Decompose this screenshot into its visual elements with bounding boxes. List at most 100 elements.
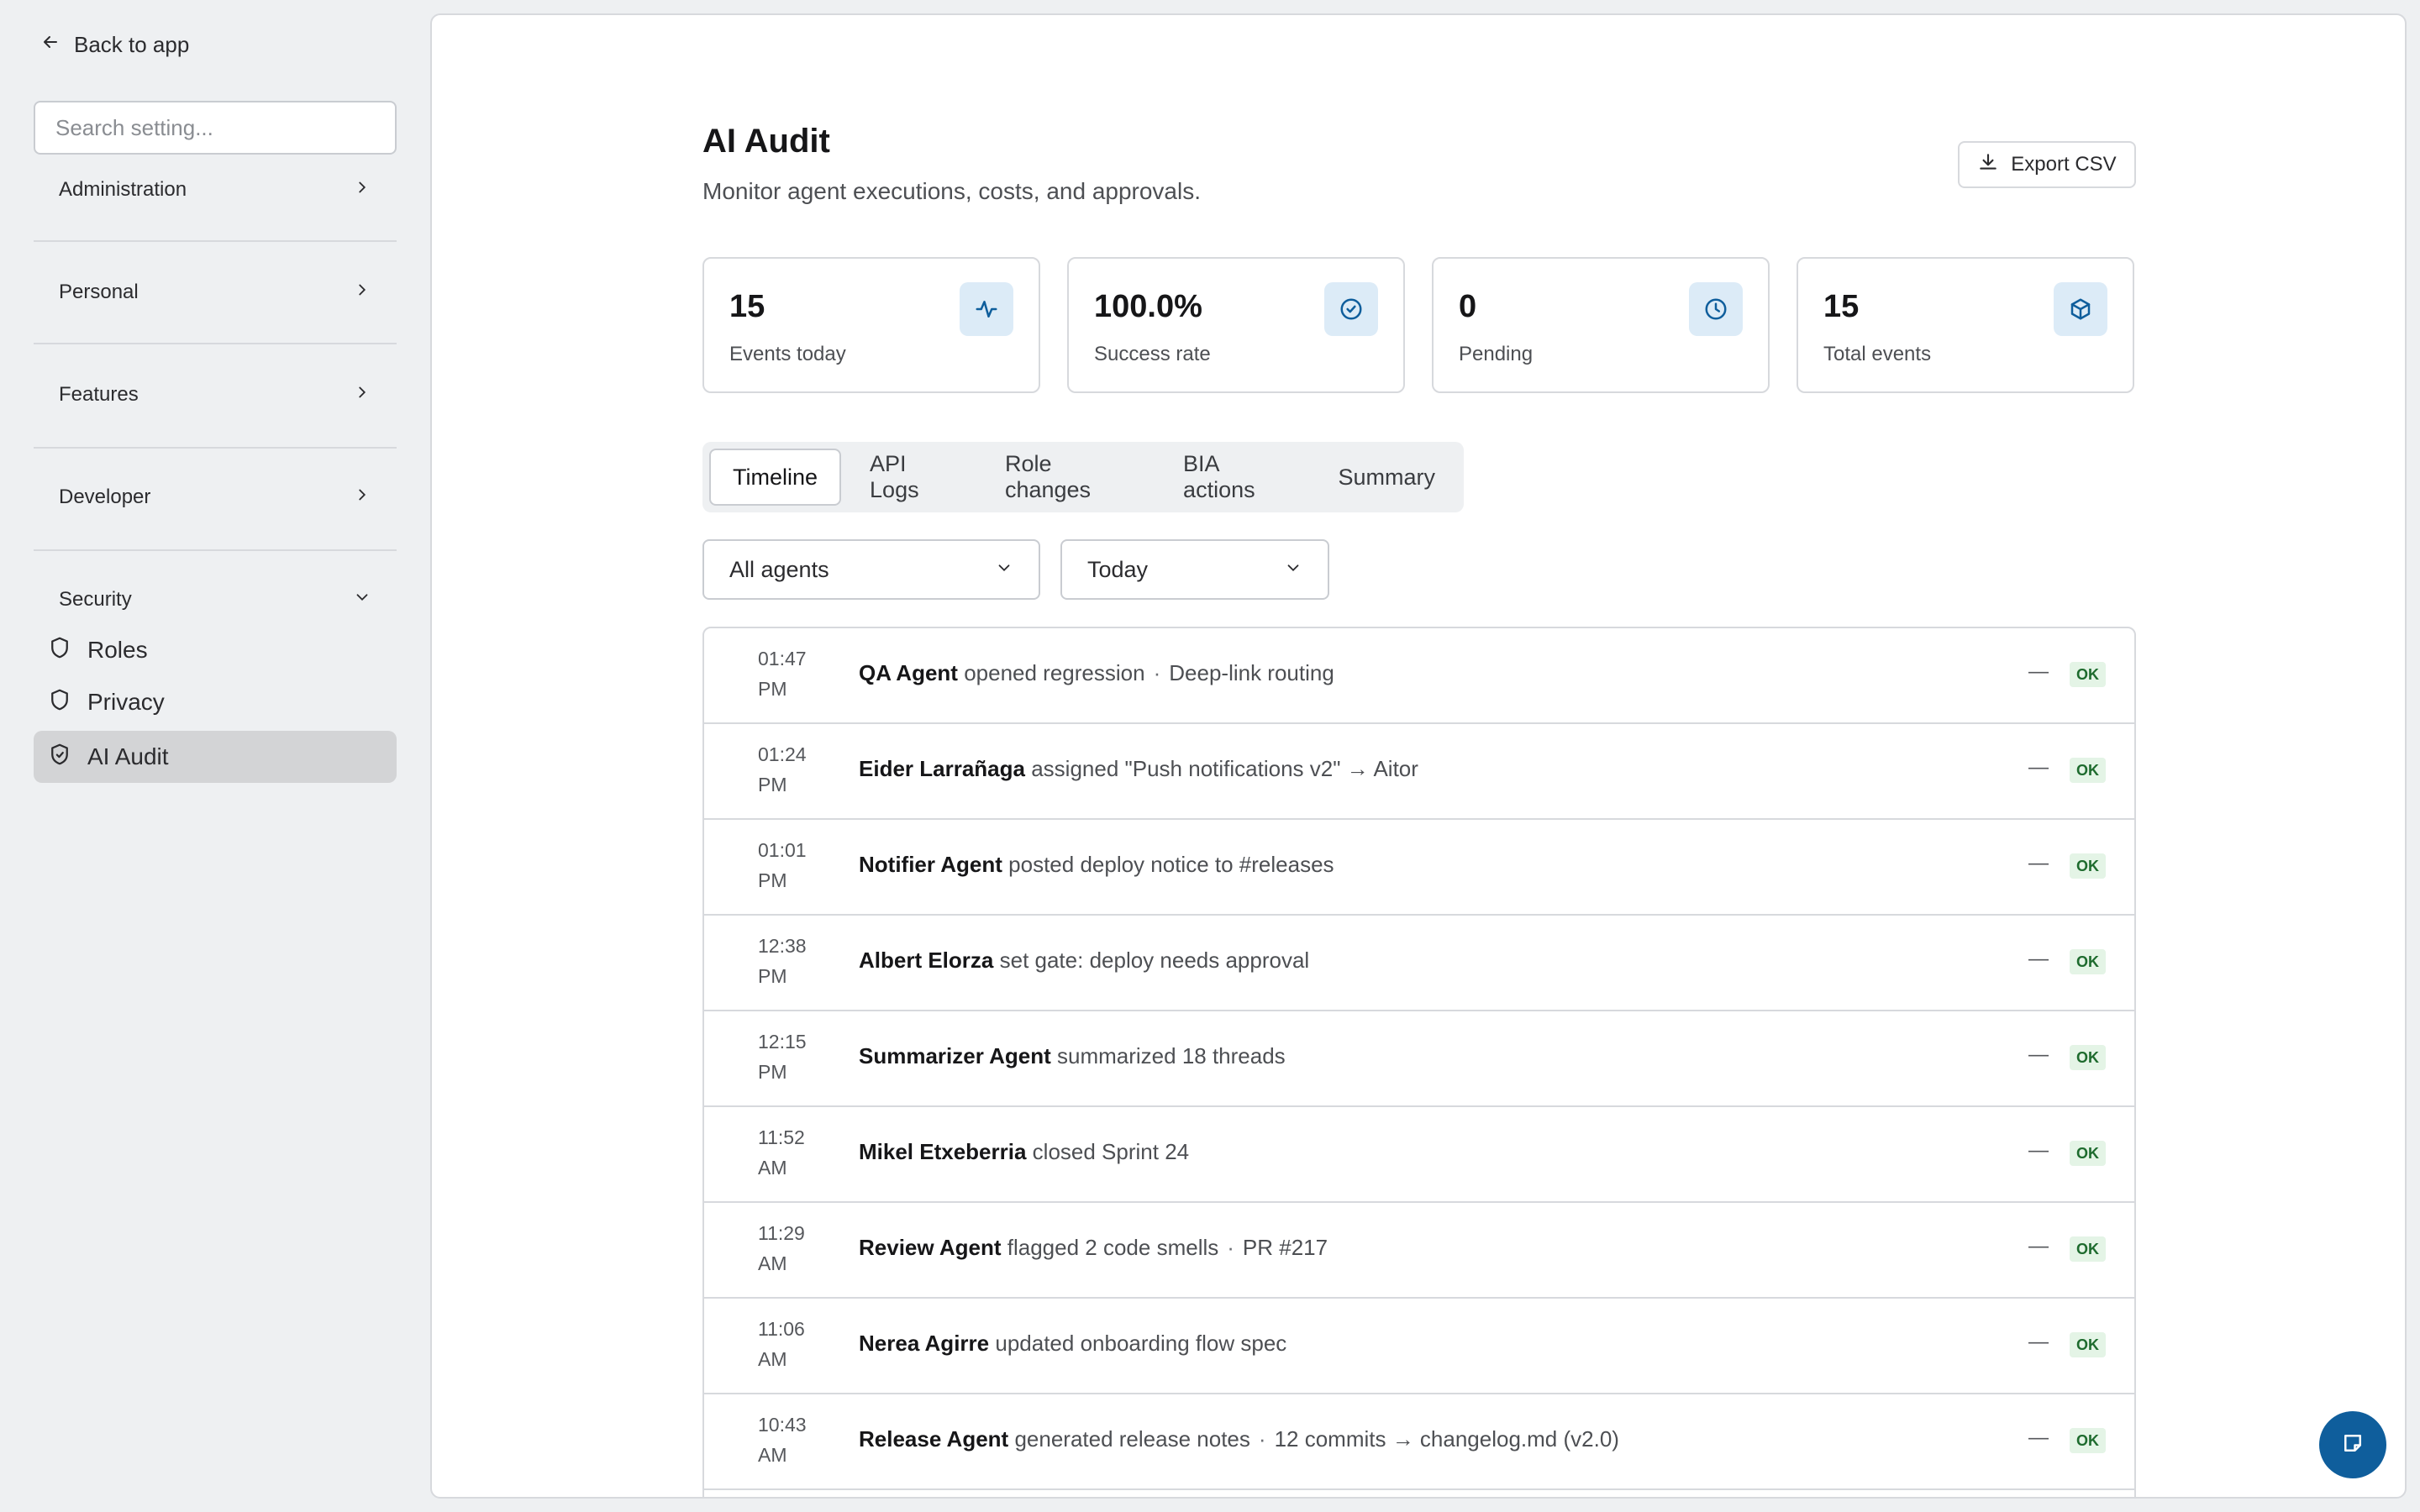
event-time: 12:38 PM [758,935,807,987]
nav-section-security[interactable]: Security [34,570,397,630]
back-to-app-link[interactable]: Back to app [40,32,189,58]
timeline-row[interactable]: 10:43 AM Release Agent generated release … [704,1394,2134,1490]
timeline-row[interactable]: 12:15 PM Summarizer Agent summarized 18 t… [704,1011,2134,1107]
event-actor: Eider Larrañaga [859,756,1025,781]
event-cost: — [2028,1043,2049,1066]
stat-card-success-rate: 100.0% Success rate [1067,257,1405,393]
feedback-fab-button[interactable] [2319,1411,2386,1478]
status-badge: OK [2070,662,2106,687]
event-action: assigned "Push notifications v2" → Aitor [1031,756,1418,781]
sidebar-item-privacy[interactable]: Privacy [34,676,397,728]
sidebar-item-ai-audit[interactable]: AI Audit [34,731,397,783]
page-title: AI Audit [702,123,830,160]
event-action: opened regression [964,660,1145,685]
main-panel: AI Audit Monitor agent executions, costs… [430,13,2407,1499]
stat-card-events-today: 15 Events today [702,257,1040,393]
event-cost: — [2028,1331,2049,1353]
event-description: Release Agent generated release notes · 12… [859,1426,1619,1452]
box-icon [2054,282,2107,336]
sidebar-item-label: Roles [87,637,148,663]
status-badge: OK [2070,1236,2106,1262]
stat-card-total-events: 15 Total events [1797,257,2134,393]
event-time: 10:43 AM [758,1414,807,1466]
event-actor: Summarizer Agent [859,1043,1051,1068]
event-action: posted deploy notice to #releases [1008,852,1334,877]
stat-value: 0 [1459,289,1477,324]
stat-value: 100.0% [1094,289,1202,324]
arrow-left-icon [40,32,60,58]
tab-bia-actions[interactable]: BIA actions [1161,449,1309,506]
event-action: generated release notes [1014,1426,1250,1452]
shield-check-icon [47,742,72,773]
audit-tabs: Timeline API Logs Role changes BIA actio… [702,442,1464,512]
divider [34,343,397,344]
timeline-row[interactable]: 12:38 PM Albert Elorza set gate: deploy n… [704,916,2134,1011]
settings-search-input[interactable] [34,101,397,155]
check-circle-icon [1324,282,1378,336]
tab-timeline[interactable]: Timeline [709,449,842,506]
nav-section-administration[interactable]: Administration [34,160,397,220]
nav-section-label: Features [59,383,139,406]
stat-label: Total events [1823,343,1932,365]
stat-label: Success rate [1094,343,1211,365]
divider [34,447,397,449]
tab-api-logs[interactable]: API Logs [848,449,976,506]
sidebar-item-roles[interactable]: Roles [34,624,397,676]
timeline-row[interactable]: 11:06 AM Nerea Agirre updated onboarding … [704,1299,2134,1394]
status-badge: OK [2070,1332,2106,1357]
settings-sidebar: Back to app Administration Personal Feat… [0,0,429,1512]
event-actor: Nerea Agirre [859,1331,990,1356]
nav-section-label: Administration [59,178,187,201]
nav-section-features[interactable]: Features [34,365,397,425]
timeline-row[interactable]: 11:52 AM Mikel Etxeberria closed Sprint 2… [704,1107,2134,1203]
event-time: 11:52 AM [758,1126,805,1179]
stat-label: Events today [729,343,846,365]
status-badge: OK [2070,853,2106,879]
event-cost: — [2028,1139,2049,1162]
chevron-down-icon [995,557,1013,583]
chevron-right-icon [353,178,371,202]
nav-section-label: Security [59,588,132,611]
divider [34,549,397,551]
event-cost: — [2028,852,2049,874]
event-time: 12:15 PM [758,1031,807,1083]
timeline-row[interactable]: 11:29 AM Review Agent flagged 2 code smel… [704,1203,2134,1299]
tab-summary[interactable]: Summary [1316,449,1457,506]
nav-section-label: Personal [59,281,139,303]
timeline-row[interactable]: 01:24 PM Eider Larrañaga assigned "Push n… [704,724,2134,820]
nav-section-personal[interactable]: Personal [34,262,397,323]
event-actor: Albert Elorza [859,948,994,973]
page-subtitle: Monitor agent executions, costs, and app… [702,178,1202,204]
event-action: flagged 2 code smells [1007,1235,1219,1260]
event-cost: — [2028,1235,2049,1257]
event-action: closed Sprint 24 [1032,1139,1190,1164]
period-filter-select[interactable]: Today [1060,539,1329,600]
back-to-app-label: Back to app [74,32,190,57]
event-description: QA Agent opened regression · Deep-link rou… [859,660,1334,686]
timeline-row[interactable]: 01:01 PM Notifier Agent posted deploy not… [704,820,2134,916]
agent-filter-select[interactable]: All agents [702,539,1040,600]
event-action: set gate: deploy needs approval [999,948,1310,973]
event-cost: — [2028,1426,2049,1449]
separator-dot: · [1153,660,1161,685]
nav-section-developer[interactable]: Developer [34,467,397,528]
event-time: 01:01 PM [758,839,807,891]
agent-filter-value: All agents [729,556,829,582]
event-description: Mikel Etxeberria closed Sprint 24 [859,1139,1189,1165]
export-csv-label: Export CSV [2011,153,2117,176]
event-detail: PR #217 [1242,1235,1328,1260]
chevron-right-icon [353,281,371,305]
event-detail: 12 commits → changelog.md (v2.0) [1274,1426,1619,1452]
event-action: summarized 18 threads [1057,1043,1286,1068]
export-csv-button[interactable]: Export CSV [1958,141,2136,188]
event-actor: Release Agent [859,1426,1009,1452]
nav-section-label: Developer [59,486,151,508]
event-time: 01:24 PM [758,743,807,795]
tab-role-changes[interactable]: Role changes [983,449,1155,506]
stat-label: Pending [1459,343,1534,365]
activity-icon [960,282,1013,336]
event-description: Summarizer Agent summarized 18 threads [859,1043,1286,1069]
timeline-row[interactable]: 01:47 PM QA Agent opened regression · Deep-… [704,628,2134,724]
event-description: Albert Elorza set gate: deploy needs app… [859,948,1309,974]
stat-card-pending: 0 Pending [1432,257,1770,393]
